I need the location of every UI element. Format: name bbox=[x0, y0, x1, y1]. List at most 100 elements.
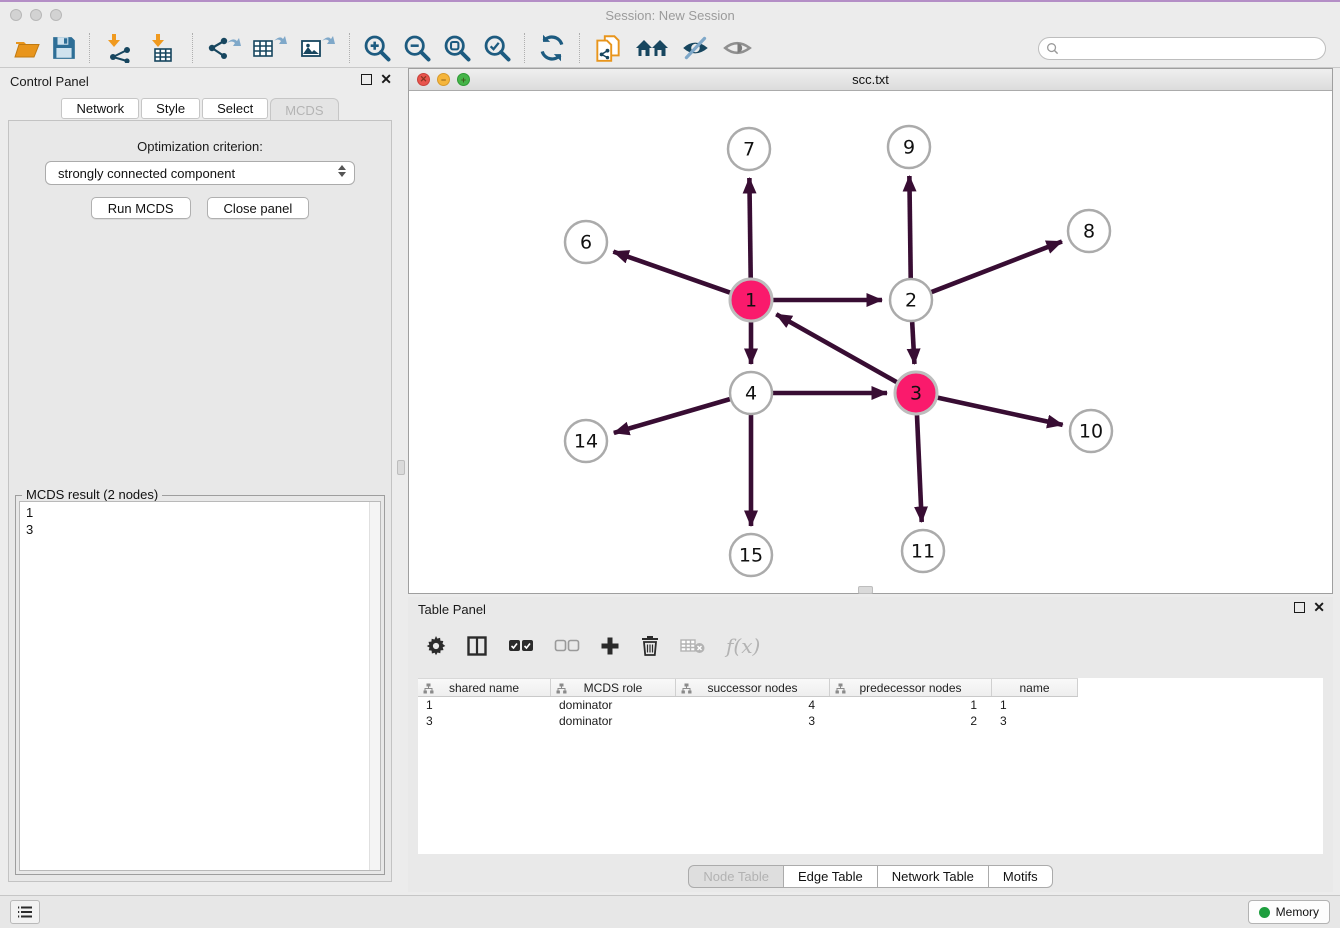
node-label-10: 10 bbox=[1079, 421, 1103, 443]
deselect-all-rows-button[interactable] bbox=[554, 639, 580, 653]
node-10[interactable]: 10 bbox=[1070, 410, 1112, 452]
table-settings-button[interactable] bbox=[426, 636, 446, 656]
list-icon bbox=[17, 905, 33, 919]
column-label: successor nodes bbox=[707, 681, 797, 695]
control-panel-header: Control Panel ✕ bbox=[0, 68, 400, 96]
open-session-button[interactable] bbox=[8, 32, 46, 64]
node-15[interactable]: 15 bbox=[730, 534, 772, 576]
show-column-panel-button[interactable] bbox=[466, 635, 488, 657]
horizontal-splitter-grip[interactable] bbox=[858, 586, 873, 594]
vertical-splitter-grip[interactable] bbox=[397, 460, 405, 475]
column-header-shared-name[interactable]: shared name bbox=[418, 679, 551, 696]
edge-3-10[interactable] bbox=[937, 398, 1062, 425]
node-11[interactable]: 11 bbox=[902, 530, 944, 572]
node-label-6: 6 bbox=[580, 232, 592, 254]
column-header-predecessor-nodes[interactable]: predecessor nodes bbox=[830, 679, 992, 696]
tab-mcds[interactable]: MCDS bbox=[270, 98, 338, 121]
close-table-panel-icon[interactable]: ✕ bbox=[1313, 602, 1325, 613]
task-history-button[interactable] bbox=[10, 900, 40, 924]
edge-4-14[interactable] bbox=[614, 399, 730, 433]
delete-table-button[interactable] bbox=[680, 637, 706, 655]
criterion-select-stepper bbox=[338, 165, 346, 177]
node-9[interactable]: 9 bbox=[888, 126, 930, 168]
tab-style[interactable]: Style bbox=[141, 98, 200, 119]
export-table-button[interactable] bbox=[246, 32, 294, 64]
application-window: Session: New Session bbox=[0, 0, 1340, 926]
search-input[interactable] bbox=[1063, 40, 1325, 58]
edge-2-8[interactable] bbox=[932, 241, 1062, 292]
tab-motifs[interactable]: Motifs bbox=[989, 865, 1053, 888]
network-canvas[interactable]: 7 9 6 8 1 2 4 3 14 10 15 11 bbox=[409, 91, 1332, 593]
toolbar-separator bbox=[89, 33, 90, 63]
zoom-selected-icon bbox=[482, 33, 512, 63]
cell-predecessor-nodes: 1 bbox=[830, 697, 992, 713]
node-8[interactable]: 8 bbox=[1068, 210, 1110, 252]
close-panel-button[interactable]: Close panel bbox=[207, 197, 310, 219]
memory-button[interactable]: Memory bbox=[1248, 900, 1330, 924]
edge-1-6[interactable] bbox=[613, 252, 730, 293]
column-header-successor-nodes[interactable]: successor nodes bbox=[676, 679, 830, 696]
network-graph[interactable]: 7 9 6 8 1 2 4 3 14 10 15 11 bbox=[409, 91, 1332, 594]
node-label-2: 2 bbox=[905, 290, 917, 312]
edge-2-9[interactable] bbox=[909, 176, 910, 278]
export-network-button[interactable] bbox=[200, 32, 246, 64]
node-table[interactable]: shared name MCDS role successor nodes prede… bbox=[418, 678, 1323, 854]
create-column-button[interactable] bbox=[600, 636, 620, 656]
node-label-11: 11 bbox=[911, 541, 935, 563]
column-label: shared name bbox=[449, 681, 519, 695]
edge-3-1[interactable] bbox=[776, 314, 897, 382]
save-session-button[interactable] bbox=[46, 32, 82, 64]
zoom-in-button[interactable] bbox=[357, 32, 397, 64]
cell-name: 3 bbox=[992, 713, 1078, 729]
float-panel-icon[interactable] bbox=[361, 74, 372, 85]
tab-edge-table[interactable]: Edge Table bbox=[784, 865, 878, 888]
zoom-out-button[interactable] bbox=[397, 32, 437, 64]
node-1[interactable]: 1 bbox=[730, 279, 772, 321]
duplicate-network-button[interactable] bbox=[587, 32, 629, 64]
toolbar-separator bbox=[349, 33, 350, 63]
table-header-row: shared name MCDS role successor nodes prede… bbox=[418, 678, 1078, 697]
zoom-selected-button[interactable] bbox=[477, 32, 517, 64]
function-builder-button[interactable]: f(x) bbox=[726, 634, 760, 658]
import-network-button[interactable] bbox=[97, 32, 141, 64]
node-14[interactable]: 14 bbox=[565, 420, 607, 462]
node-3[interactable]: 3 bbox=[895, 372, 937, 414]
edge-3-11[interactable] bbox=[917, 415, 922, 522]
home-button[interactable] bbox=[629, 32, 675, 64]
tab-node-table[interactable]: Node Table bbox=[688, 865, 784, 888]
column-label: predecessor nodes bbox=[859, 681, 961, 695]
node-4[interactable]: 4 bbox=[730, 372, 772, 414]
delete-column-button[interactable] bbox=[640, 635, 660, 657]
cell-successor-nodes: 3 bbox=[676, 713, 830, 729]
column-header-mcds-role[interactable]: MCDS role bbox=[551, 679, 676, 696]
duplicate-network-icon bbox=[592, 32, 624, 64]
result-scrollbar[interactable] bbox=[369, 502, 380, 870]
column-header-name[interactable]: name bbox=[992, 679, 1078, 696]
show-details-button[interactable] bbox=[717, 32, 759, 64]
apply-layout-button[interactable] bbox=[532, 32, 572, 64]
node-7[interactable]: 7 bbox=[728, 128, 770, 170]
node-6[interactable]: 6 bbox=[565, 221, 607, 263]
tab-select[interactable]: Select bbox=[202, 98, 268, 119]
table-row[interactable]: 1dominator411 bbox=[418, 697, 1078, 713]
export-image-button[interactable] bbox=[294, 32, 342, 64]
tab-network-table[interactable]: Network Table bbox=[878, 865, 989, 888]
hide-details-button[interactable] bbox=[675, 32, 717, 64]
select-all-rows-button[interactable] bbox=[508, 639, 534, 653]
float-table-panel-icon[interactable] bbox=[1294, 602, 1305, 613]
edge-1-7[interactable] bbox=[749, 178, 750, 278]
tab-network[interactable]: Network bbox=[61, 98, 139, 119]
run-mcds-button[interactable]: Run MCDS bbox=[91, 197, 191, 219]
mcds-result-area[interactable]: 1 3 bbox=[19, 501, 381, 871]
node-label-9: 9 bbox=[903, 137, 915, 159]
edge-2-3[interactable] bbox=[912, 322, 914, 364]
import-table-button[interactable] bbox=[141, 32, 185, 64]
criterion-select[interactable]: strongly connected component bbox=[45, 161, 355, 185]
toolbar-separator bbox=[192, 33, 193, 63]
search-field[interactable] bbox=[1038, 37, 1326, 60]
table-row[interactable]: 3dominator323 bbox=[418, 713, 1078, 729]
node-2[interactable]: 2 bbox=[890, 279, 932, 321]
gear-icon bbox=[426, 636, 446, 656]
zoom-fit-button[interactable] bbox=[437, 32, 477, 64]
close-panel-icon[interactable]: ✕ bbox=[380, 74, 392, 85]
